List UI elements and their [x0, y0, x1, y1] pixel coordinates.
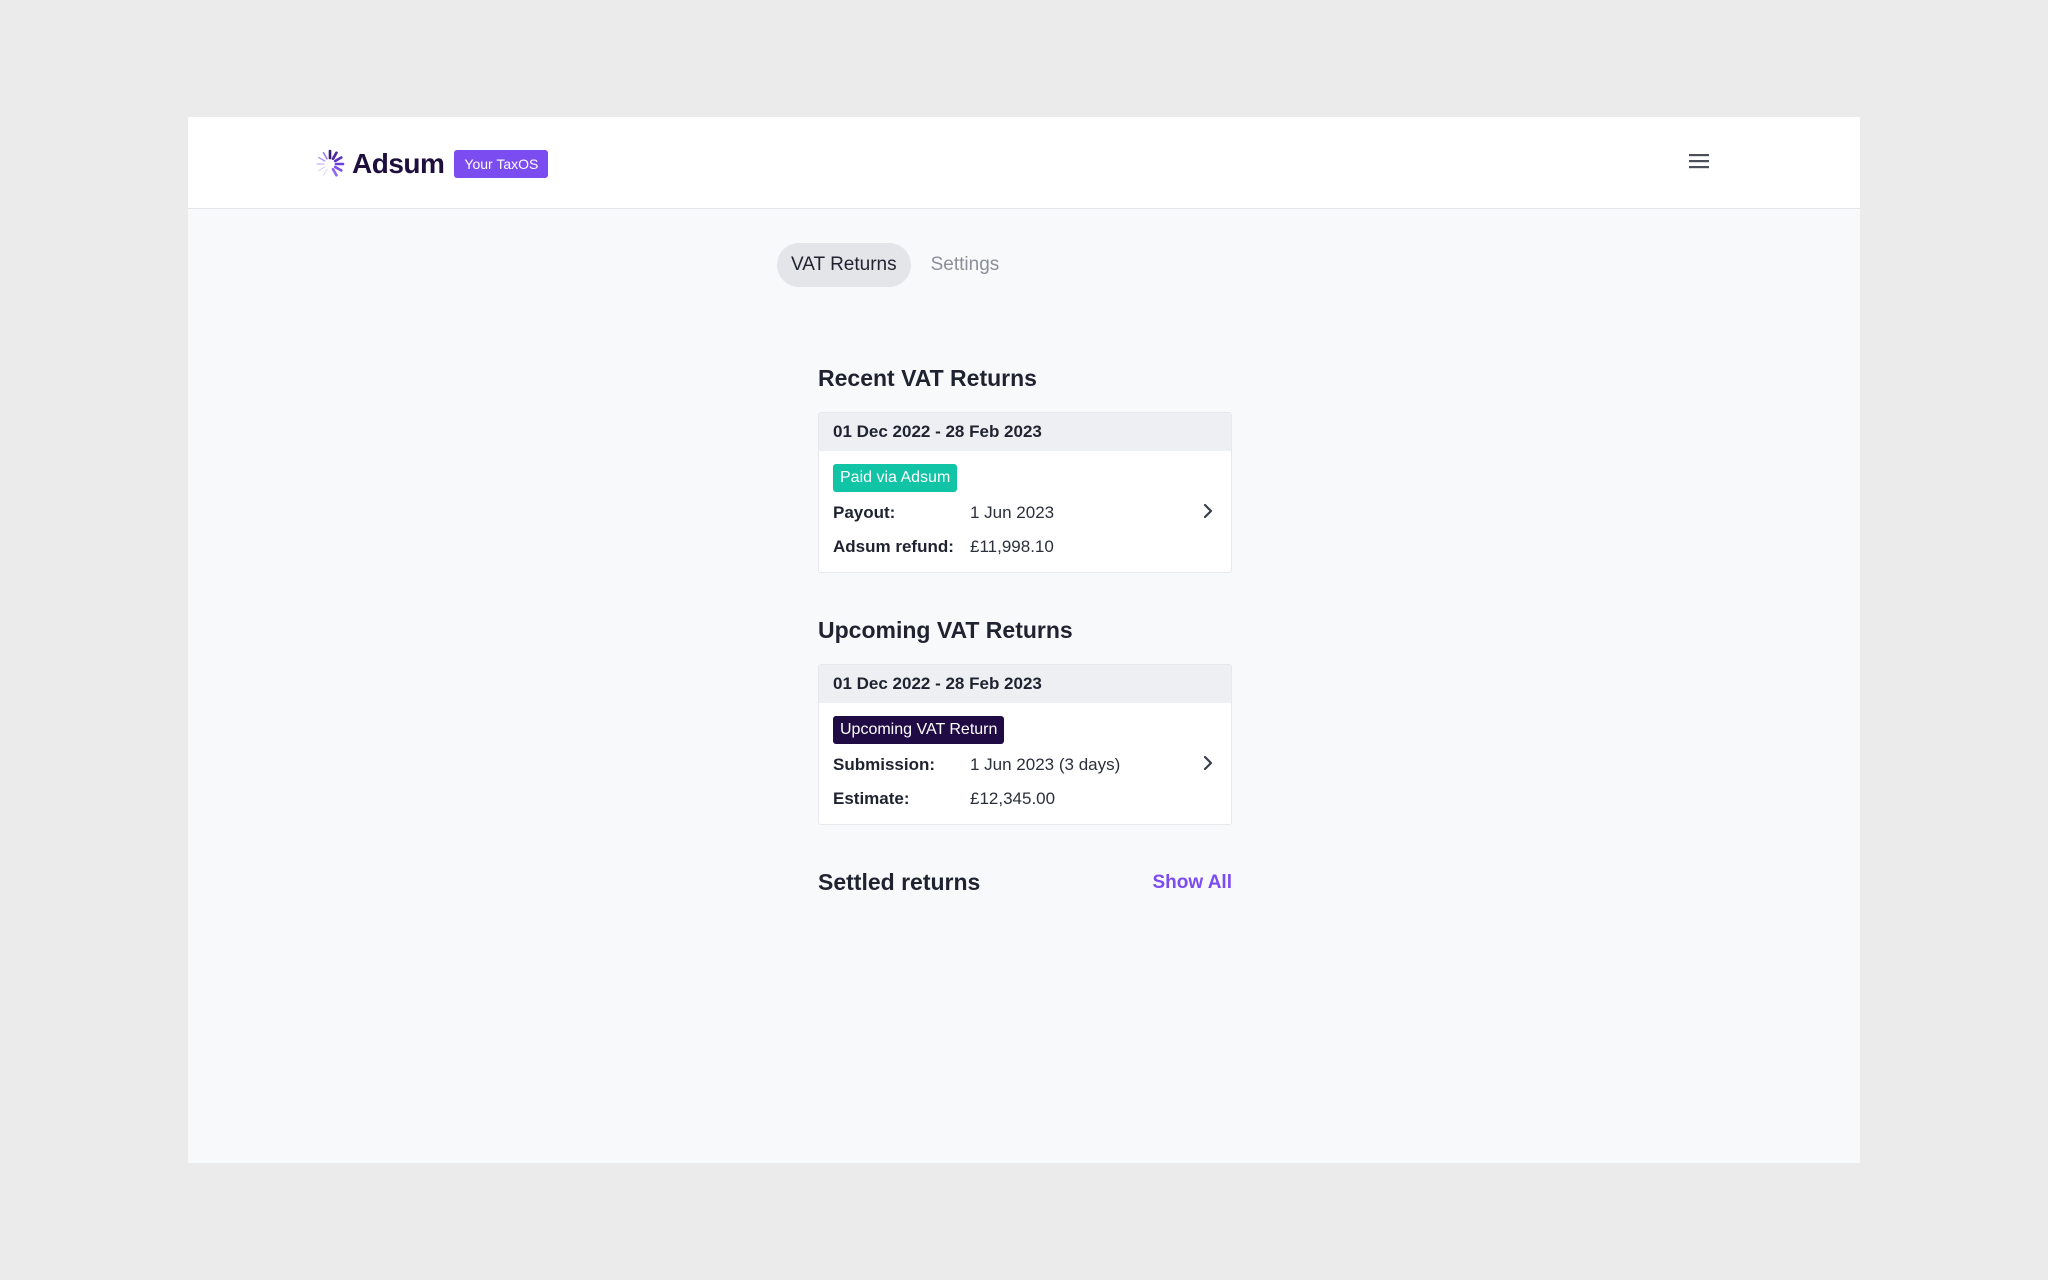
- detail-value: 1 Jun 2023: [970, 503, 1055, 522]
- settled-returns-header: Settled returns Show All: [818, 869, 1232, 896]
- detail-row-payout: Payout: 1 Jun 2023: [833, 496, 1217, 530]
- chevron-right-icon: [1203, 755, 1213, 771]
- detail-value: £12,345.00: [970, 789, 1056, 808]
- sunburst-logo-icon: [316, 149, 345, 177]
- recent-vat-return-card[interactable]: 01 Dec 2022 - 28 Feb 2023 Paid via Adsum…: [818, 412, 1232, 573]
- status-badge: Paid via Adsum: [833, 464, 958, 492]
- hamburger-menu-icon: [1689, 154, 1709, 169]
- upcoming-vat-returns-title: Upcoming VAT Returns: [818, 617, 1073, 643]
- brand-badge: Your TaxOS: [454, 150, 549, 178]
- detail-label: Payout:: [833, 503, 896, 522]
- recent-vat-returns-title: Recent VAT Returns: [818, 365, 1037, 391]
- tab-vat-returns[interactable]: VAT Returns: [777, 243, 911, 287]
- tab-bar: VAT Returns Settings: [777, 243, 1013, 287]
- detail-value: £11,998.10: [970, 537, 1054, 556]
- settled-returns-title: Settled returns: [818, 869, 981, 895]
- main-content: Recent VAT Returns 01 Dec 2022 - 28 Feb …: [818, 365, 1232, 896]
- detail-row-submission: Submission: 1 Jun 2023 (3 days): [833, 748, 1217, 782]
- detail-row-estimate: Estimate: £12,345.00: [833, 782, 1217, 816]
- tab-settings[interactable]: Settings: [917, 243, 1014, 287]
- detail-row-refund: Adsum refund: £11,998.10: [833, 530, 1217, 564]
- brand-name: Adsum: [352, 148, 445, 179]
- app-window: Adsum Your TaxOS VAT Returns Settings Re…: [188, 117, 1860, 1163]
- detail-label: Adsum refund:: [833, 537, 954, 556]
- top-bar: Adsum Your TaxOS: [188, 117, 1860, 209]
- upcoming-vat-return-card[interactable]: 01 Dec 2022 - 28 Feb 2023 Upcoming VAT R…: [818, 664, 1232, 825]
- card-period: 01 Dec 2022 - 28 Feb 2023: [819, 413, 1231, 451]
- chevron-right-icon: [1203, 503, 1213, 519]
- detail-label: Submission:: [833, 755, 936, 774]
- menu-button[interactable]: [1682, 147, 1716, 175]
- card-body: Paid via Adsum Payout: 1 Jun 2023 Adsum …: [819, 451, 1231, 572]
- show-all-link[interactable]: Show All: [1152, 872, 1232, 894]
- brand-logo[interactable]: Adsum Your TaxOS: [314, 147, 549, 181]
- card-period: 01 Dec 2022 - 28 Feb 2023: [819, 665, 1231, 703]
- detail-label: Estimate:: [833, 789, 910, 808]
- card-body: Upcoming VAT Return Submission: 1 Jun 20…: [819, 703, 1231, 824]
- status-badge: Upcoming VAT Return: [833, 716, 1005, 744]
- detail-value: 1 Jun 2023 (3 days): [970, 755, 1121, 774]
